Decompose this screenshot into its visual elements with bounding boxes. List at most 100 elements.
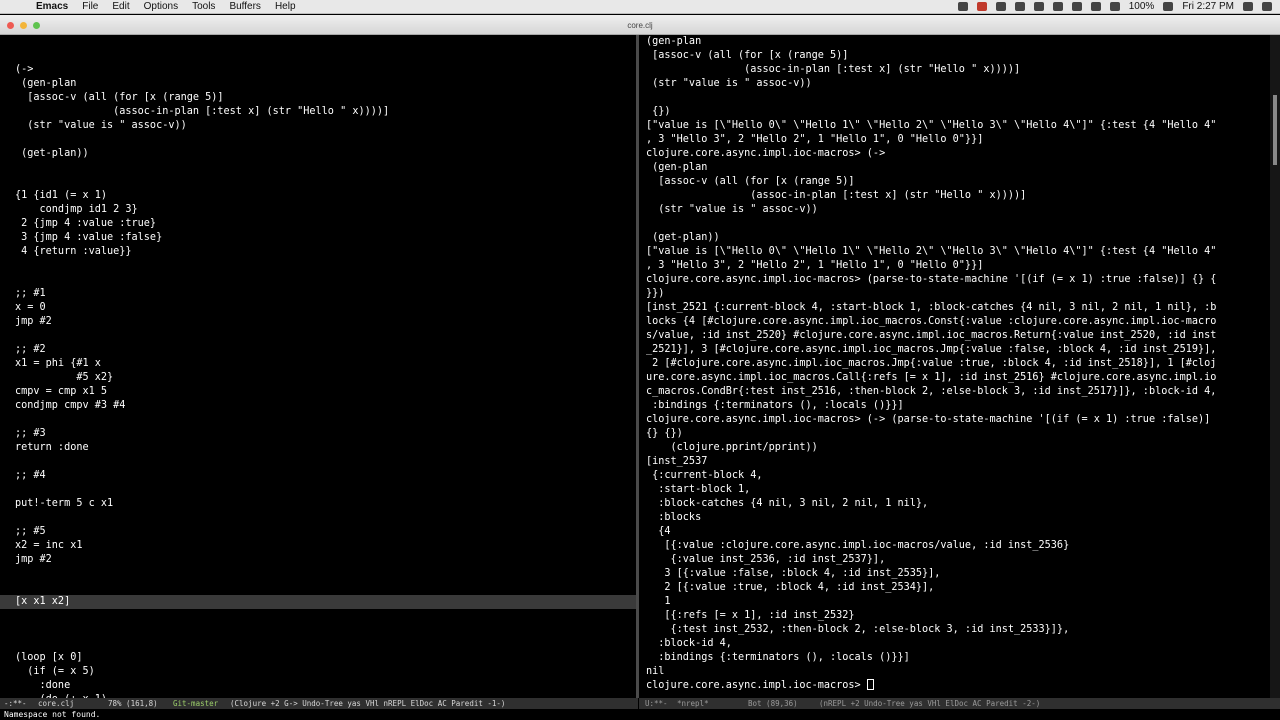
minibuffer[interactable]: Namespace not found. <box>0 709 1280 720</box>
display-icon[interactable] <box>1033 2 1044 11</box>
code-line: [{:value :clojure.core.async.impl.ioc-ma… <box>639 539 1270 553</box>
list-icon[interactable] <box>1262 2 1272 11</box>
battery-icon[interactable] <box>1163 2 1174 11</box>
menu-tools[interactable]: Tools <box>192 1 215 12</box>
screen-icon[interactable] <box>1014 2 1025 11</box>
code-line: cmpv = cmp x1 5 <box>0 385 636 399</box>
code-line-text: , 3 "Hello 3", 2 "Hello 2", 1 "Hello 1",… <box>646 260 984 271</box>
code-line: ;; #4 <box>0 469 636 483</box>
code-line: put!-term 5 c x1 <box>0 497 636 511</box>
code-line-text: [assoc-v (all (for [x (range 5)] <box>646 50 849 61</box>
record-icon[interactable] <box>976 2 987 11</box>
window-title-bar: core.clj <box>0 15 1280 35</box>
menu-file[interactable]: File <box>82 1 98 12</box>
battery-percent[interactable]: 100% <box>1129 1 1155 12</box>
vc-branch[interactable]: Git-master <box>173 698 218 709</box>
code-line-text: }}) <box>646 288 665 299</box>
text-cursor <box>866 679 874 690</box>
code-line: :bindings {:terminators (), :locals ()}}… <box>639 651 1270 665</box>
buffer-position: 78% (161,8) <box>108 699 158 708</box>
scrollbar-thumb[interactable] <box>1273 95 1277 165</box>
code-line: condjmp id1 2 3} <box>0 203 636 217</box>
wifi-icon[interactable] <box>1090 2 1101 11</box>
scrollbar[interactable] <box>1270 35 1280 698</box>
code-line-text: 2 [#clojure.core.async.impl.ioc_macros.J… <box>646 358 1217 369</box>
code-line-text: :start-block 1, <box>646 484 751 495</box>
code-line: {:current-block 4, <box>639 469 1270 483</box>
code-line: (-> <box>0 63 636 77</box>
code-line-text: [inst_2521 {:current-block 4, :start-blo… <box>646 302 1217 313</box>
code-line-text: 1 <box>646 596 671 607</box>
code-line: :block-catches {4 nil, 3 nil, 2 nil, 1 n… <box>639 497 1270 511</box>
code-line-text: (-> <box>15 64 34 75</box>
dropbox-icon[interactable] <box>995 2 1006 11</box>
code-line-text: :block-id 4, <box>646 638 732 649</box>
menubar-clock[interactable]: Fri 2:27 PM <box>1182 1 1234 12</box>
code-line: return :done <box>0 441 636 455</box>
code-line-text: cmpv = cmp x1 5 <box>15 386 108 397</box>
code-line-text: (if (= x 5) <box>15 666 95 677</box>
status-area: 100% Fri 2:27 PM <box>957 1 1272 12</box>
code-line-text: {} {}) <box>646 428 683 439</box>
code-line-text: ;; #1 <box>15 288 46 299</box>
code-line: (gen-plan <box>639 35 1270 49</box>
code-line: x1 = phi {#1 x <box>0 357 636 371</box>
menu-buffers[interactable]: Buffers <box>229 1 261 12</box>
code-line-text: ;; #4 <box>15 470 46 481</box>
evernote-icon[interactable] <box>957 2 968 11</box>
code-line-text: {1 {id1 (= x 1) <box>15 190 108 201</box>
right-mode-line: U:**- *nrepl* Bot (89,36) (nREPL +2 Undo… <box>639 698 1280 709</box>
code-line-text: (assoc-in-plan [:test x] (str "Hello " x… <box>15 106 390 117</box>
code-line: x2 = inc x1 <box>0 539 636 553</box>
code-line: ure.core.async.impl.ioc_macros.Call{:ref… <box>639 371 1270 385</box>
buffer-position: Bot (89,36) <box>748 699 798 708</box>
code-line: ;; #5 <box>0 525 636 539</box>
code-line: x = 0 <box>0 301 636 315</box>
code-line: :blocks <box>639 511 1270 525</box>
left-editor-pane[interactable]: (-> (gen-plan [assoc-v (all (for [x (ran… <box>0 35 636 698</box>
buffer-name[interactable]: *nrepl* <box>677 698 709 709</box>
code-line-text: ;; #5 <box>15 526 46 537</box>
buffer-name[interactable]: core.clj <box>38 698 74 709</box>
code-line: clojure.core.async.impl.ioc-macros> (-> <box>639 147 1270 161</box>
code-line: :start-block 1, <box>639 483 1270 497</box>
code-line: ["value is [\"Hello 0\" \"Hello 1\" \"He… <box>639 245 1270 259</box>
code-line: (if (= x 5) <box>0 665 636 679</box>
code-line-text: [{:refs [= x 1], :id inst_2532} <box>646 610 855 621</box>
code-line-text: (clojure.pprint/pprint)) <box>646 442 818 453</box>
code-line-text: 3 [{:value :false, :block 4, :id inst_25… <box>646 568 941 579</box>
bluetooth-icon[interactable] <box>1071 2 1082 11</box>
code-line-text: (get-plan)) <box>15 148 89 159</box>
menu-emacs[interactable]: Emacs <box>36 1 68 12</box>
menu-options[interactable]: Options <box>144 1 178 12</box>
code-line: (str "value is " assoc-v)) <box>639 77 1270 91</box>
menu-edit[interactable]: Edit <box>112 1 129 12</box>
code-line-text: locks {4 [#clojure.core.async.impl.ioc_m… <box>646 316 1217 327</box>
menu-help[interactable]: Help <box>275 1 296 12</box>
right-repl-pane[interactable]: (gen-plan [assoc-v (all (for [x (range 5… <box>639 35 1270 698</box>
time-machine-icon[interactable] <box>1052 2 1063 11</box>
code-line: s/value, :id inst_2520} #clojure.core.as… <box>639 329 1270 343</box>
buffer-status: U:**- <box>645 699 668 708</box>
code-line-text: clojure.core.async.impl.ioc-macros> <box>646 680 867 691</box>
mode-list[interactable]: (Clojure +2 G-> Undo-Tree yas VHl nREPL … <box>230 698 505 709</box>
code-line-text: :done <box>15 680 71 691</box>
code-line-text: 2 {jmp 4 :value :true} <box>15 218 157 229</box>
search-icon[interactable] <box>1243 2 1253 11</box>
code-line: 3 {jmp 4 :value :false} <box>0 231 636 245</box>
code-line: [assoc-v (all (for [x (range 5)] <box>639 49 1270 63</box>
mode-list[interactable]: (nREPL +2 Undo-Tree yas VHl ElDoc AC Par… <box>819 698 1040 709</box>
volume-icon[interactable] <box>1109 2 1120 11</box>
code-line: condjmp cmpv #3 #4 <box>0 399 636 413</box>
code-line: 2 {jmp 4 :value :true} <box>0 217 636 231</box>
code-line-text: jmp #2 <box>15 316 52 327</box>
code-line: [assoc-v (all (for [x (range 5)] <box>639 175 1270 189</box>
